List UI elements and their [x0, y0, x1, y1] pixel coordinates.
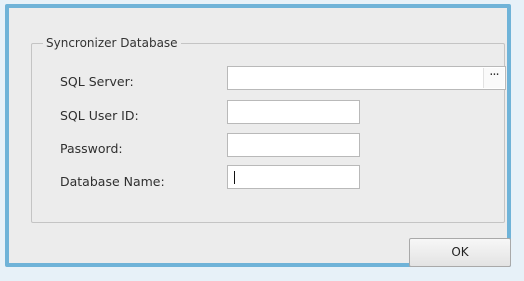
password-label: Password: [60, 141, 123, 156]
groupbox-title: Syncronizer Database [43, 36, 181, 50]
database-name-label: Database Name: [60, 174, 165, 189]
sql-server-label: SQL Server: [60, 74, 134, 89]
browse-server-button[interactable]: ··· [483, 68, 504, 88]
ok-button[interactable]: OK [409, 238, 511, 267]
sql-user-id-label: SQL User ID: [60, 108, 139, 123]
database-name-input[interactable] [228, 166, 359, 188]
database-name-field[interactable] [227, 165, 360, 189]
sql-server-field[interactable]: ··· [227, 66, 506, 90]
password-input[interactable] [228, 134, 359, 156]
dialog-window: Syncronizer Database SQL Server: ··· SQL… [5, 4, 511, 267]
sql-server-input[interactable] [228, 67, 505, 89]
text-caret [234, 171, 235, 184]
password-field[interactable] [227, 133, 360, 157]
sql-user-id-input[interactable] [228, 101, 359, 123]
sql-user-id-field[interactable] [227, 100, 360, 124]
